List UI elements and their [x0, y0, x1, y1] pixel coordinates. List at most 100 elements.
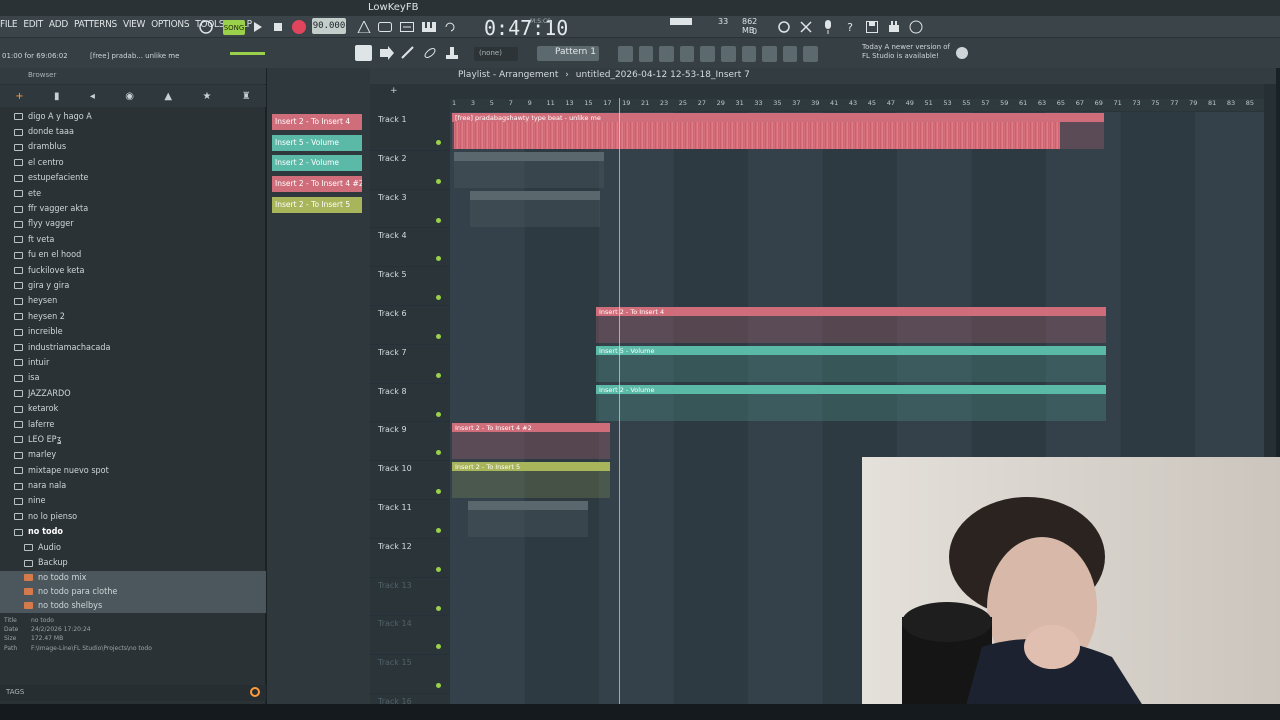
browser-folder-item[interactable]: gira y gira: [0, 278, 266, 293]
playhead[interactable]: [619, 98, 620, 704]
help-icon[interactable]: ?: [840, 17, 860, 37]
automation-clip[interactable]: Insert 2 - To Insert 4 #2: [452, 423, 610, 460]
browser-folder-item[interactable]: intuir: [0, 355, 266, 370]
track-row[interactable]: Track 6 Insert 2 - To Insert 4: [370, 306, 1276, 345]
plugin-icon[interactable]: [884, 17, 904, 37]
browser-file-item[interactable]: no todo shelbys: [0, 598, 266, 613]
track-mute-led[interactable]: [436, 217, 441, 223]
clip-source-item[interactable]: Insert 5 - Volume: [272, 134, 362, 151]
track-mute-led[interactable]: [436, 489, 441, 495]
browser-folder-item[interactable]: Audio: [0, 540, 266, 555]
browser-folder-item[interactable]: no todo: [0, 525, 266, 540]
save-icon[interactable]: [862, 17, 882, 37]
search-icon[interactable]: [250, 687, 260, 697]
cut-icon[interactable]: [796, 17, 816, 37]
track-mute-led[interactable]: [436, 140, 441, 145]
browser-window-icon[interactable]: [700, 46, 715, 62]
browser-folder-item[interactable]: estupefaciente: [0, 171, 266, 186]
tempo-display[interactable]: 90.000: [312, 18, 346, 34]
track-row[interactable]: Track 9 Insert 2 - To Insert 4 #2: [370, 422, 1276, 462]
browser-folder-item[interactable]: LEO EPʓ: [0, 432, 266, 447]
clip-source-item[interactable]: Insert 2 - To Insert 4 #2: [272, 176, 362, 193]
browser-folder-item[interactable]: marley: [0, 448, 266, 463]
playlist-add-track-icon[interactable]: +: [390, 86, 430, 96]
track-row[interactable]: Track 1 [free] pradabagshawty type beat -…: [370, 112, 1276, 151]
track-row[interactable]: Track 3: [370, 189, 1276, 229]
pattern-clip[interactable]: [470, 190, 600, 227]
automation-clip[interactable]: Insert 2 - Volume: [596, 384, 1106, 421]
browser-folder-item[interactable]: heysen: [0, 294, 266, 309]
track-label[interactable]: Track 8: [378, 387, 407, 396]
metronome-icon[interactable]: [354, 17, 374, 37]
track-mute-led[interactable]: [436, 295, 441, 301]
browser-folder-item[interactable]: mixtape nuevo spot: [0, 463, 266, 478]
browser-folder-item[interactable]: ketarok: [0, 401, 266, 416]
view-piano-roll-icon[interactable]: [355, 45, 372, 61]
mixer-icon[interactable]: [679, 46, 695, 62]
track-mute-led[interactable]: [436, 644, 441, 650]
track-label[interactable]: Track 2: [378, 154, 407, 163]
browser-file-item[interactable]: no todo mix: [0, 570, 266, 585]
track-label[interactable]: Track 12: [378, 542, 412, 551]
menu-view[interactable]: VIEW: [123, 19, 145, 30]
browser-folder-item[interactable]: fuckilove keta: [0, 263, 266, 278]
song-mode-button[interactable]: SONG: [223, 20, 245, 35]
microphone-icon[interactable]: [818, 17, 838, 37]
browser-tags-icon[interactable]: ♜: [242, 91, 251, 102]
browser-folder-item[interactable]: Backup: [0, 555, 266, 570]
browser-folder-item[interactable]: el centro: [0, 155, 266, 170]
track-label[interactable]: Track 10: [378, 464, 412, 473]
pencil-icon[interactable]: [400, 46, 416, 60]
loop-record-icon[interactable]: [441, 17, 461, 37]
track-mute-led[interactable]: [436, 256, 441, 262]
track-row[interactable]: Track 5: [370, 267, 1276, 306]
undo-history-icon[interactable]: [774, 17, 794, 37]
browser-folder-item[interactable]: heysen 2: [0, 309, 266, 324]
countdown-icon[interactable]: [397, 17, 417, 37]
browser-folder-item[interactable]: isa: [0, 371, 266, 386]
clip-source-item[interactable]: Insert 2 - To Insert 5: [272, 196, 362, 213]
browser-folder-item[interactable]: laferre: [0, 417, 266, 432]
track-label[interactable]: Track 9: [378, 425, 407, 434]
browser-online-icon[interactable]: ◉: [125, 91, 134, 102]
play-icon[interactable]: [248, 17, 268, 37]
playlist-window-icon[interactable]: [618, 46, 633, 62]
shop-icon[interactable]: [803, 46, 818, 62]
track-mute-led[interactable]: [436, 683, 441, 689]
track-label[interactable]: Track 6: [378, 309, 407, 318]
track-label[interactable]: Track 15: [378, 658, 412, 667]
song-time-display[interactable]: 0:47:10: [484, 16, 568, 40]
download-icon[interactable]: [782, 46, 798, 62]
pattern-clip[interactable]: [454, 151, 604, 188]
automation-clip[interactable]: Insert 5 - Volume: [596, 345, 1106, 382]
cpu-circle-icon[interactable]: [196, 17, 216, 37]
channel-rack-icon[interactable]: [659, 46, 674, 62]
plugin-picker-icon[interactable]: [720, 46, 736, 62]
track-label[interactable]: Track 5: [378, 270, 407, 279]
menu-patterns[interactable]: PATTERNS: [74, 19, 117, 30]
browser-folder-item[interactable]: nara nala: [0, 478, 266, 493]
tags-bar[interactable]: TAGS: [0, 685, 266, 701]
track-row[interactable]: Track 4: [370, 228, 1276, 268]
track-lane[interactable]: Insert 5 - Volume: [450, 344, 1276, 384]
snap-selector[interactable]: (none): [474, 47, 518, 61]
browser-folder-item[interactable]: ete: [0, 186, 266, 201]
step-edit-icon[interactable]: [419, 17, 439, 37]
browser-folder-item[interactable]: digo A y hago A: [0, 109, 266, 124]
browser-header[interactable]: Browser: [0, 68, 266, 84]
track-label[interactable]: Track 3: [378, 193, 407, 202]
clip-source-item[interactable]: Insert 2 - Volume: [272, 155, 362, 172]
track-mute-led[interactable]: [436, 566, 441, 572]
menu-file[interactable]: FILE: [0, 19, 18, 30]
track-lane[interactable]: [450, 189, 1276, 229]
menu-add[interactable]: ADD: [49, 19, 68, 30]
track-mute-led[interactable]: [436, 178, 441, 184]
browser-folder-item[interactable]: ft veta: [0, 232, 266, 247]
browser-cloud-icon[interactable]: ▲: [164, 91, 172, 102]
record-icon[interactable]: [292, 20, 306, 34]
track-lane[interactable]: [450, 267, 1276, 306]
track-mute-led[interactable]: [436, 605, 441, 611]
browser-folder-item[interactable]: flyy vagger: [0, 217, 266, 232]
audio-editor-icon[interactable]: [741, 46, 757, 62]
track-label[interactable]: Track 1: [378, 115, 407, 124]
